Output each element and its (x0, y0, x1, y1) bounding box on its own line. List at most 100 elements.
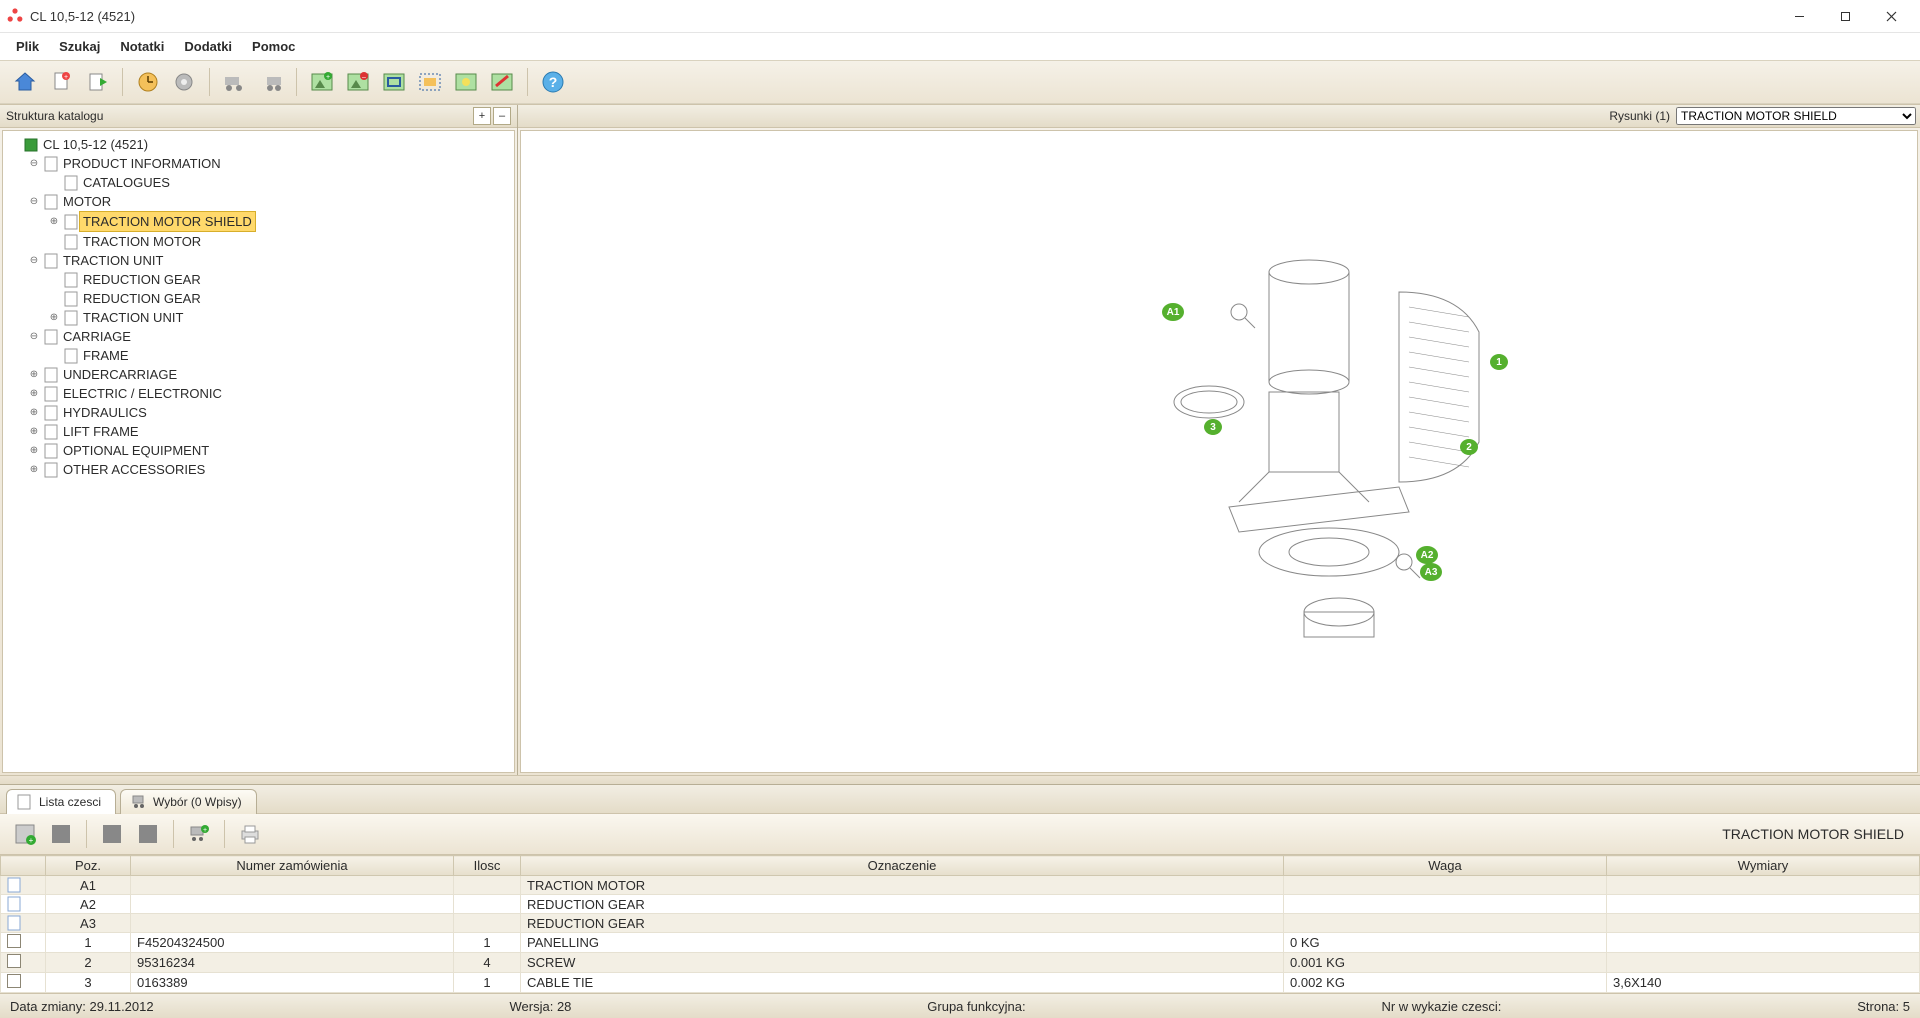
cart-add-button[interactable]: + (182, 817, 216, 851)
menu-bar: Plik Szukaj Notatki Dodatki Pomoc (0, 33, 1920, 60)
svg-text:+: + (64, 74, 68, 81)
page-icon (43, 443, 59, 459)
truck-left-button[interactable] (218, 65, 252, 99)
svg-text:–: – (362, 74, 366, 81)
main-toolbar: + + – ? (0, 60, 1920, 104)
image-select-button[interactable] (413, 65, 447, 99)
grid-2-button[interactable] (95, 817, 129, 851)
lower-tabs: Lista czesci Wybór (0 Wpisy) (0, 785, 1920, 814)
catalog-tree[interactable]: ▾CL 10,5-12 (4521) ⊖PRODUCT INFORMATION … (2, 130, 515, 773)
th-order[interactable]: Numer zamówienia (131, 856, 454, 876)
page-icon (43, 156, 59, 172)
help-button[interactable]: ? (536, 65, 570, 99)
catalog-structure-title: Struktura katalogu (6, 109, 103, 123)
grid-add-button[interactable]: + (8, 817, 42, 851)
svg-text:1: 1 (1496, 357, 1502, 368)
page-icon (43, 462, 59, 478)
row-checkbox[interactable] (7, 974, 21, 988)
page-icon (17, 794, 33, 810)
page-icon (63, 291, 79, 307)
minimize-button[interactable] (1776, 0, 1822, 32)
forward-doc-button[interactable] (80, 65, 114, 99)
row-checkbox[interactable] (7, 934, 21, 948)
parts-section-title: TRACTION MOTOR SHIELD (1722, 826, 1912, 842)
table-row[interactable]: A2REDUCTION GEAR (1, 895, 1920, 914)
table-row[interactable]: 301633891CABLE TIE0.002 KG3,6X140 (1, 973, 1920, 993)
th-weight[interactable]: Waga (1284, 856, 1607, 876)
menu-file[interactable]: Plik (6, 35, 49, 58)
menu-help[interactable]: Pomoc (242, 35, 305, 58)
page-icon (43, 386, 59, 402)
page-icon (43, 253, 59, 269)
svg-text:3: 3 (1210, 422, 1216, 433)
home-button[interactable] (8, 65, 42, 99)
close-button[interactable] (1868, 0, 1914, 32)
page-icon (43, 329, 59, 345)
print-button[interactable] (233, 817, 267, 851)
tab-selection[interactable]: Wybór (0 Wpisy) (120, 789, 257, 814)
image-new-button[interactable]: + (305, 65, 339, 99)
table-row[interactable]: 1F452043245001PANELLING0 KG (1, 933, 1920, 953)
page-icon (7, 877, 39, 893)
page-icon (63, 175, 79, 191)
table-row[interactable]: A3REDUCTION GEAR (1, 914, 1920, 933)
image-view-button[interactable] (449, 65, 483, 99)
table-row[interactable]: A1TRACTION MOTOR (1, 876, 1920, 895)
svg-text:A3: A3 (1425, 567, 1438, 578)
page-icon (63, 234, 79, 250)
menu-addons[interactable]: Dodatki (174, 35, 242, 58)
page-icon (43, 367, 59, 383)
app-icon (6, 7, 24, 25)
title-bar: CL 10,5-12 (4521) (0, 0, 1920, 33)
svg-text:?: ? (549, 74, 558, 90)
svg-text:+: + (29, 836, 34, 845)
menu-search[interactable]: Szukaj (49, 35, 110, 58)
tab-parts-list[interactable]: Lista czesci (6, 789, 116, 814)
th-desc[interactable]: Oznaczenie (521, 856, 1284, 876)
th-dim[interactable]: Wymiary (1607, 856, 1920, 876)
window-title: CL 10,5-12 (4521) (30, 9, 135, 24)
status-bar: Data zmiany: 29.11.2012 Wersja: 28 Grupa… (0, 993, 1920, 1018)
th-pos[interactable]: Poz. (46, 856, 131, 876)
page-icon (63, 214, 79, 230)
collapse-all-button[interactable]: – (493, 107, 511, 125)
page-icon (7, 896, 39, 912)
svg-text:+: + (326, 74, 330, 81)
grid-1-button[interactable] (44, 817, 78, 851)
image-edit-button[interactable] (485, 65, 519, 99)
menu-notes[interactable]: Notatki (110, 35, 174, 58)
maximize-button[interactable] (1822, 0, 1868, 32)
svg-text:A2: A2 (1421, 550, 1434, 561)
clock-button[interactable] (131, 65, 165, 99)
page-icon (43, 424, 59, 440)
cart-icon (131, 794, 147, 810)
th-qty[interactable]: Ilosc (454, 856, 521, 876)
page-icon (63, 348, 79, 364)
grid-3-button[interactable] (131, 817, 165, 851)
gear-button[interactable] (167, 65, 201, 99)
image-remove-button[interactable]: – (341, 65, 375, 99)
parts-table: Poz. Numer zamówienia Ilosc Oznaczenie W… (0, 855, 1920, 993)
svg-text:A1: A1 (1167, 307, 1180, 318)
catalog-structure-pane: Struktura katalogu + – ▾CL 10,5-12 (4521… (0, 105, 518, 775)
drawings-count-label: Rysunki (1) (1609, 109, 1670, 123)
drawing-pane: Rysunki (1) TRACTION MOTOR SHIELD (518, 105, 1920, 775)
row-checkbox[interactable] (7, 954, 21, 968)
image-fit-button[interactable] (377, 65, 411, 99)
parts-toolbar: + + TRACTION MOTOR SHIELD (0, 814, 1920, 855)
page-icon (43, 194, 59, 210)
expand-all-button[interactable]: + (473, 107, 491, 125)
drawing-viewport[interactable]: A1 3 1 2 A2 A3 (520, 130, 1918, 773)
page-icon (7, 915, 39, 931)
new-doc-button[interactable]: + (44, 65, 78, 99)
table-row[interactable]: 2953162344SCREW0.001 KG (1, 953, 1920, 973)
svg-text:+: + (203, 827, 207, 834)
page-icon (63, 272, 79, 288)
page-icon (43, 405, 59, 421)
svg-text:2: 2 (1466, 442, 1472, 453)
horizontal-splitter[interactable] (0, 775, 1920, 784)
tree-selected-item[interactable]: TRACTION MOTOR SHIELD (79, 211, 256, 232)
truck-right-button[interactable] (254, 65, 288, 99)
drawing-select[interactable]: TRACTION MOTOR SHIELD (1676, 107, 1916, 125)
page-icon (63, 310, 79, 326)
